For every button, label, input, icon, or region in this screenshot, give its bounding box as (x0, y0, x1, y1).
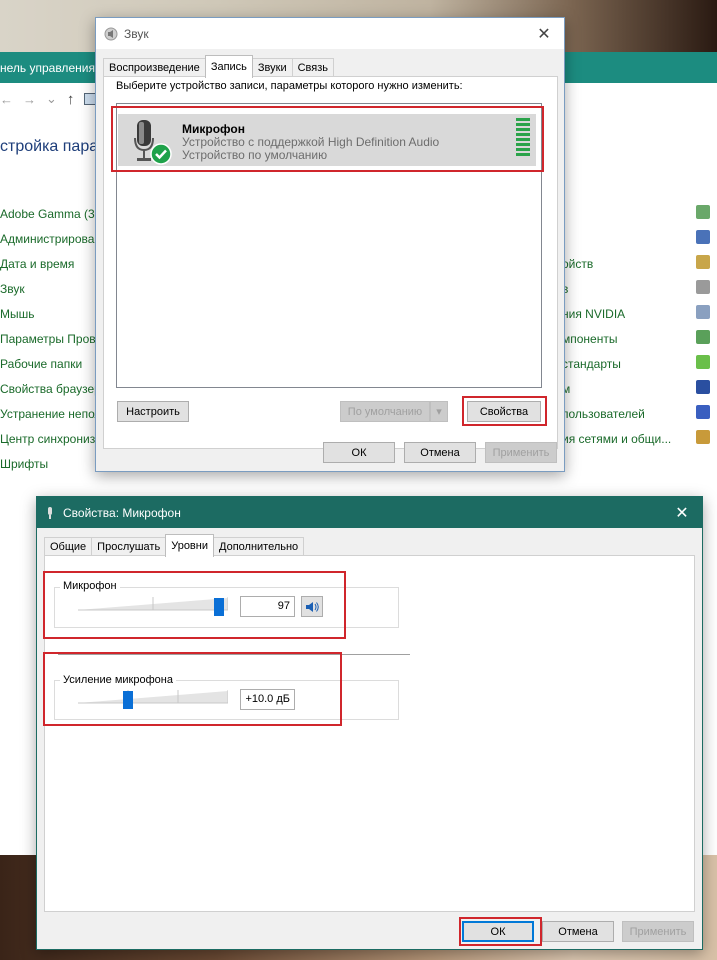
properties-apply-button[interactable]: Применить (622, 921, 694, 942)
control-panel-title: нель управления (0, 61, 95, 75)
region-icon (696, 255, 710, 269)
microphone-volume-slider-track (78, 597, 228, 611)
cp-item-adobe-gamma[interactable]: Adobe Gamma (32 (0, 205, 102, 230)
meter-bar (516, 128, 530, 131)
cp-item-explorer-options[interactable]: Параметры Прово (0, 330, 102, 355)
cp-right-item-6[interactable]: м (562, 380, 671, 405)
cp-right-item-7[interactable]: пользователей (562, 405, 671, 430)
tab-communications[interactable]: Связь (291, 58, 335, 78)
tab-sounds[interactable]: Звуки (251, 58, 293, 78)
meter-bar (516, 148, 530, 151)
chevron-down-icon: ▾ (436, 406, 442, 418)
microphone-properties-dialog: Свойства: Микрофон ✕ Общие Прослушать Ур… (36, 496, 703, 950)
meter-bar (516, 118, 530, 121)
user-icon (696, 305, 710, 319)
cp-right-item-2[interactable]: в (562, 280, 671, 305)
cp-item-date-time[interactable]: Дата и время (0, 255, 102, 280)
sound-dialog-title: Звук (124, 26, 149, 41)
cp-right-item-1[interactable]: ойств (562, 255, 671, 280)
control-panel-right-list: ойств в ния NVIDIA мпоненты стандарты м … (562, 255, 671, 455)
properties-button[interactable]: Свойства (467, 401, 541, 422)
microphone-boost-label: Усиление микрофона (60, 674, 176, 686)
mute-button[interactable] (301, 596, 323, 617)
cp-item-mouse[interactable]: Мышь (0, 305, 102, 330)
cp-item-work-folders[interactable]: Рабочие папки (0, 355, 102, 380)
cp-item-troubleshooting[interactable]: Устранение непол (0, 405, 102, 430)
cp-right-item-3[interactable]: ния NVIDIA (562, 305, 671, 330)
microphone-boost-slider[interactable] (122, 691, 133, 709)
tab-general[interactable]: Общие (44, 537, 93, 557)
control-panel-right-icons (696, 205, 710, 455)
tab-advanced[interactable]: Дополнительно (213, 537, 305, 557)
meter-bar (516, 123, 530, 126)
meter-bar (516, 143, 530, 146)
cp-item-sound[interactable]: Звук (0, 280, 102, 305)
tab-playback[interactable]: Воспроизведение (103, 58, 206, 78)
microphone-boost-slider-track (78, 690, 228, 704)
cp-item-sync-center[interactable]: Центр синхрониза (0, 430, 102, 455)
sound-apply-button[interactable]: Применить (485, 442, 557, 463)
meter-bar (516, 138, 530, 141)
cp-right-item-8[interactable]: ия сетями и общи... (562, 430, 671, 455)
cp-right-item-5[interactable]: стандарты (562, 355, 671, 380)
set-default-button[interactable]: По умолчанию (340, 401, 430, 422)
back-arrow-icon[interactable]: ← (0, 92, 13, 107)
network-icon (696, 230, 710, 244)
microphone-level-label: Микрофон (60, 580, 120, 592)
cp-right-item-4[interactable]: мпоненты (562, 330, 671, 355)
tab-levels[interactable]: Уровни (165, 534, 214, 557)
default-check-icon (150, 143, 172, 165)
device-description: Устройство с поддержкой High Definition … (182, 135, 440, 149)
monitor-icon (696, 380, 710, 394)
default-programs-icon (696, 355, 710, 369)
speaker-icon (306, 601, 319, 612)
microphone-volume-value[interactable]: 97 (240, 596, 295, 617)
program-icon (696, 205, 710, 219)
properties-title: Свойства: Микрофон (63, 505, 181, 520)
level-meter (516, 118, 530, 158)
cp-item-browser-properties[interactable]: Свойства браузер (0, 380, 102, 405)
separator (58, 654, 410, 655)
cp-item-fonts[interactable]: Шрифты (0, 455, 102, 480)
recent-dropdown-icon[interactable]: ⌄ (46, 91, 57, 107)
close-icon[interactable]: ✕ (662, 503, 702, 523)
properties-cancel-button[interactable]: Отмена (542, 921, 614, 942)
cp-item-administration[interactable]: Администрирован (0, 230, 102, 255)
control-panel-left-list: Adobe Gamma (32 Администрирован Дата и в… (0, 205, 102, 480)
meter-bar (516, 133, 530, 136)
flag-icon (696, 405, 710, 419)
network-sharing-icon (696, 430, 710, 444)
sound-ok-button[interactable]: ОК (323, 442, 395, 463)
sound-tabs: Воспроизведение Запись Звуки Связь (103, 55, 335, 78)
tab-listen[interactable]: Прослушать (91, 537, 167, 557)
sound-cancel-button[interactable]: Отмена (404, 442, 476, 463)
microphone-small-icon (48, 506, 52, 519)
forward-arrow-icon[interactable]: → (23, 92, 36, 107)
properties-tabs: Общие Прослушать Уровни Дополнительно (44, 534, 305, 557)
tab-recording[interactable]: Запись (204, 55, 253, 78)
properties-ok-button[interactable]: ОК (462, 921, 534, 942)
check-icon (696, 330, 710, 344)
configure-button[interactable]: Настроить (117, 401, 189, 422)
recording-instruction: Выберите устройство записи, параметры ко… (116, 80, 463, 92)
device-name: Микрофон (182, 122, 245, 136)
meter-bar (516, 153, 530, 156)
set-default-dropdown[interactable]: ▾ (430, 401, 448, 422)
microphone-boost-value[interactable]: +10.0 дБ (240, 689, 295, 710)
properties-title-bar: Свойства: Микрофон ✕ (37, 497, 702, 528)
close-icon[interactable]: ✕ (524, 24, 564, 44)
keyboard-icon (696, 280, 710, 294)
up-arrow-icon[interactable]: ↑ (67, 91, 75, 108)
speaker-icon (104, 27, 118, 40)
device-status: Устройство по умолчанию (182, 148, 328, 162)
microphone-volume-slider[interactable] (213, 598, 224, 616)
sound-dialog-title-bar: Звук ✕ (96, 18, 564, 49)
control-panel-nav: ← → ⌄ ↑ (0, 87, 101, 111)
control-panel-heading: стройка парам (0, 138, 110, 155)
